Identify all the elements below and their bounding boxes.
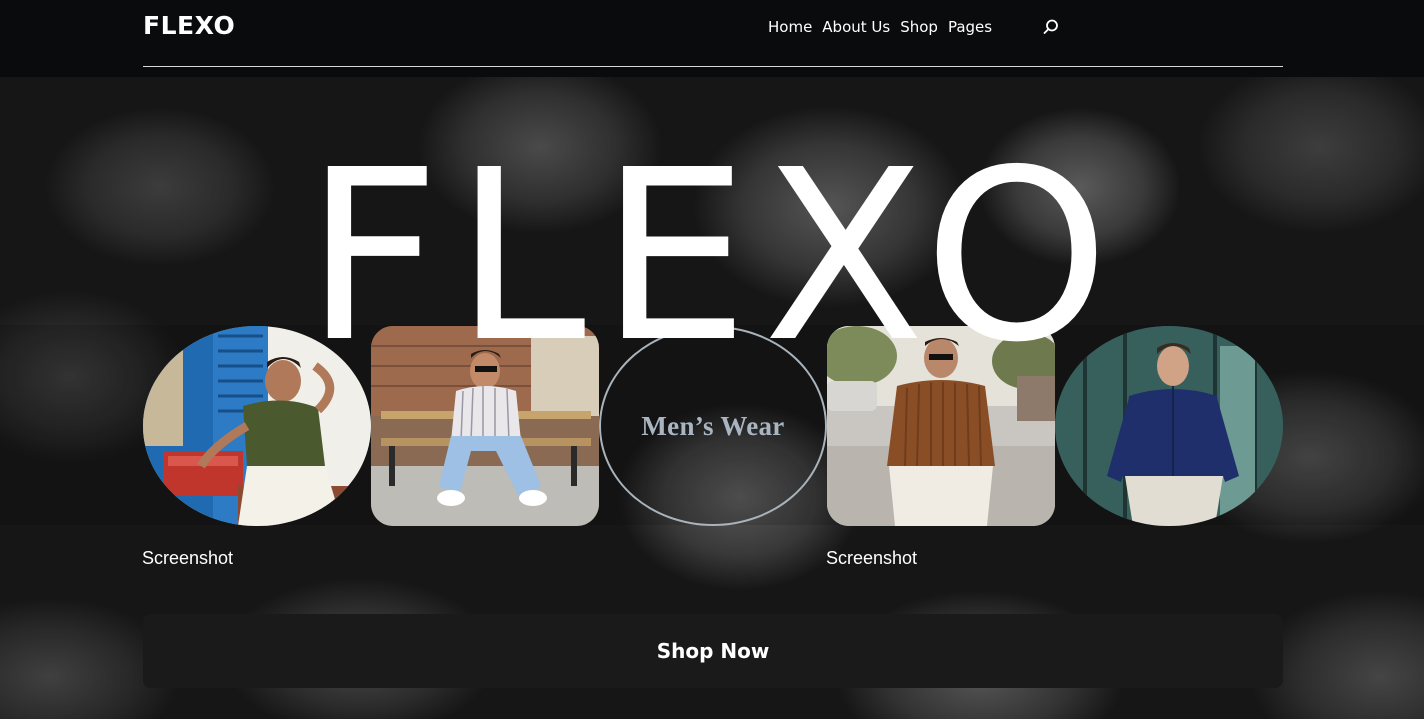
caption-screenshot-1: Screenshot [142, 548, 234, 568]
nav-item-pages[interactable]: Pages [948, 17, 992, 37]
header-divider [143, 66, 1283, 67]
nav-item-shop[interactable]: Shop [900, 17, 938, 37]
nav-item-about-us[interactable]: About Us [822, 17, 890, 37]
site-logo[interactable]: FLEXO [143, 10, 235, 42]
site-header: FLEXO Home About Us Shop Pages [0, 0, 1424, 77]
main-nav: Home About Us Shop Pages [768, 17, 992, 37]
nav-item-home[interactable]: Home [768, 17, 812, 37]
caption-screenshot-2: Screenshot [826, 548, 918, 568]
hero-title: FLEXO [304, 119, 1124, 394]
search-icon[interactable] [1042, 18, 1060, 36]
mens-wear-label: Men’s Wear [641, 410, 785, 441]
shop-now-button[interactable]: Shop Now [143, 614, 1283, 688]
